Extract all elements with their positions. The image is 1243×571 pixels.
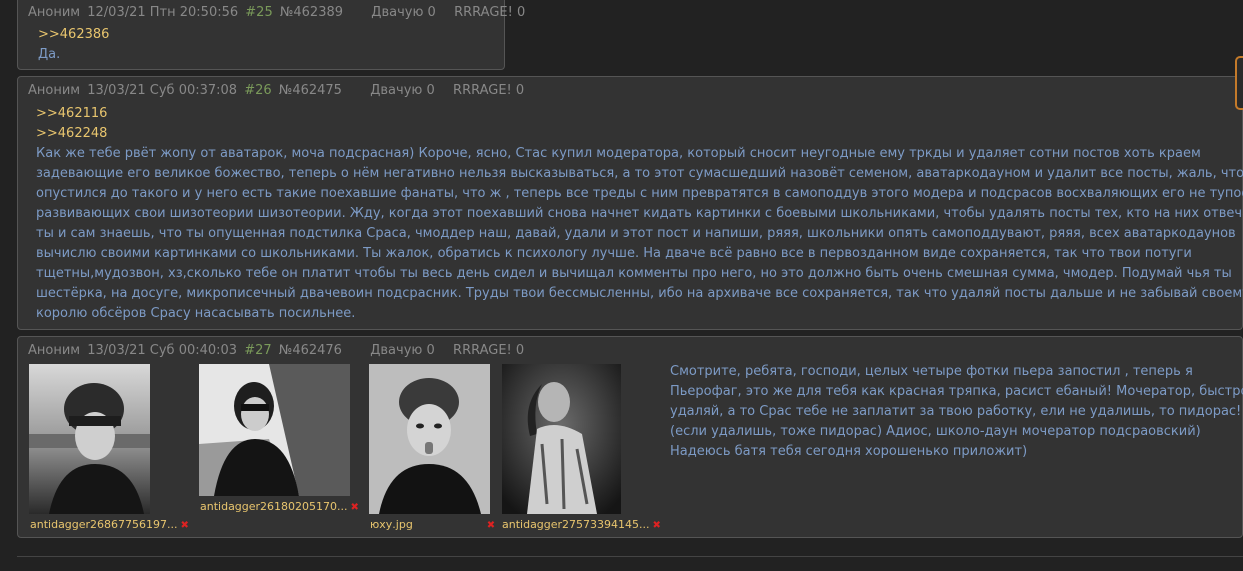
photo-image	[29, 364, 150, 514]
post-text-line: Смотрите, ребята, господи, целых четыре …	[670, 364, 1193, 379]
post-text-line: Как же тебе рвёт жопу от аватарок, моча …	[36, 146, 1201, 161]
reply-link[interactable]: >>462116	[36, 104, 1243, 124]
post-author: Аноним	[28, 83, 81, 98]
reply-link[interactable]: >>462248	[36, 124, 1243, 144]
file-name[interactable]: antidagger27573394145...	[502, 518, 650, 531]
post-text-line: развивающих свои шизотеории шизотеории. …	[36, 206, 1243, 221]
post-id-link[interactable]: №462389	[280, 5, 343, 20]
post-body: >>462386 Да.	[38, 25, 109, 65]
post-text-line: опустился до такого и у него есть такие …	[36, 186, 1243, 201]
remove-icon[interactable]: ✖	[181, 520, 189, 531]
remove-icon[interactable]: ✖	[351, 502, 359, 513]
photo-image	[369, 364, 490, 514]
file-name[interactable]: antidagger26867756197...	[30, 518, 178, 531]
image-thumbnail[interactable]	[199, 364, 350, 496]
post-text-line: шестёрка, на досуге, микрописечный дваче…	[36, 286, 1243, 301]
post-text-line: (если удалишь, тоже пидорас) Адиос, школ…	[670, 424, 1201, 439]
file-name-link[interactable]: юху.jpg ✖	[370, 518, 495, 531]
post-date: 12/03/21 Птн 20:50:56	[87, 5, 239, 20]
file-name[interactable]: юху.jpg	[370, 518, 413, 531]
post-author: Аноним	[28, 343, 81, 358]
post-header: Аноним 13/03/21 Суб 00:37:08 #26 №462475…	[28, 83, 527, 98]
post-text-line: Пьерофаг, это же для тебя как красная тр…	[670, 384, 1243, 399]
file-name-link[interactable]: antidagger27573394145... ✖	[502, 518, 661, 531]
post-text-line: тщетны,мудозвон, хз,сколько тебе он плат…	[36, 266, 1232, 281]
post-text-line: удаляй, а то Срас тебе не заплатит за тв…	[670, 404, 1242, 419]
post-id-link[interactable]: №462476	[279, 343, 342, 358]
file-name[interactable]: antidagger26180205170...	[200, 500, 348, 513]
rage-button[interactable]: RRRAGE! 0	[453, 83, 524, 98]
post-text-line: королю обсёров Срасу насасывать посильне…	[36, 306, 356, 321]
photo-image	[199, 364, 350, 496]
image-thumbnail[interactable]	[502, 364, 621, 514]
post-text-line: Надеюсь батя тебя сегодня хорошенько при…	[670, 444, 1028, 459]
post-27: Аноним 13/03/21 Суб 00:40:03 #27 №462476…	[17, 336, 1243, 538]
post-index-link[interactable]: #25	[245, 5, 272, 20]
divider	[17, 556, 1243, 557]
dvach-button[interactable]: Двачую 0	[370, 83, 435, 98]
side-panel-tab[interactable]	[1235, 56, 1243, 110]
post-header: Аноним 12/03/21 Птн 20:50:56 #25 №462389…	[28, 5, 528, 20]
post-text: Да.	[38, 47, 61, 62]
rage-button[interactable]: RRRAGE! 0	[453, 343, 524, 358]
dvach-button[interactable]: Двачую 0	[370, 343, 435, 358]
post-date: 13/03/21 Суб 00:37:08	[87, 83, 238, 98]
file-name-link[interactable]: antidagger26180205170... ✖	[200, 500, 359, 513]
post-index-link[interactable]: #26	[244, 83, 271, 98]
post-date: 13/03/21 Суб 00:40:03	[87, 343, 238, 358]
file-name-link[interactable]: antidagger26867756197... ✖	[30, 518, 189, 531]
post-text-line: ты и сам знаешь, что ты опущенная подсти…	[36, 226, 1236, 241]
post-text-line: задевающие его великое божество, теперь …	[36, 166, 1243, 181]
post-header: Аноним 13/03/21 Суб 00:40:03 #27 №462476…	[28, 343, 527, 358]
post-26: Аноним 13/03/21 Суб 00:37:08 #26 №462475…	[17, 76, 1243, 330]
image-thumbnail[interactable]	[369, 364, 490, 514]
post-body: Смотрите, ребята, господи, целых четыре …	[670, 362, 1243, 462]
reply-link[interactable]: >>462386	[38, 25, 109, 45]
post-author: Аноним	[28, 5, 81, 20]
photo-image	[502, 364, 621, 514]
image-thumbnail[interactable]	[29, 364, 150, 514]
post-index-link[interactable]: #27	[244, 343, 271, 358]
post-body: >>462116 >>462248 Как же тебе рвёт жопу …	[36, 104, 1243, 324]
post-text-line: вычислю своими картинками со школьниками…	[36, 246, 1192, 261]
post-id-link[interactable]: №462475	[279, 83, 342, 98]
remove-icon[interactable]: ✖	[653, 520, 661, 531]
rage-button[interactable]: RRRAGE! 0	[454, 5, 525, 20]
remove-icon[interactable]: ✖	[487, 520, 495, 531]
dvach-button[interactable]: Двачую 0	[371, 5, 436, 20]
post-25: Аноним 12/03/21 Птн 20:50:56 #25 №462389…	[17, 0, 525, 70]
